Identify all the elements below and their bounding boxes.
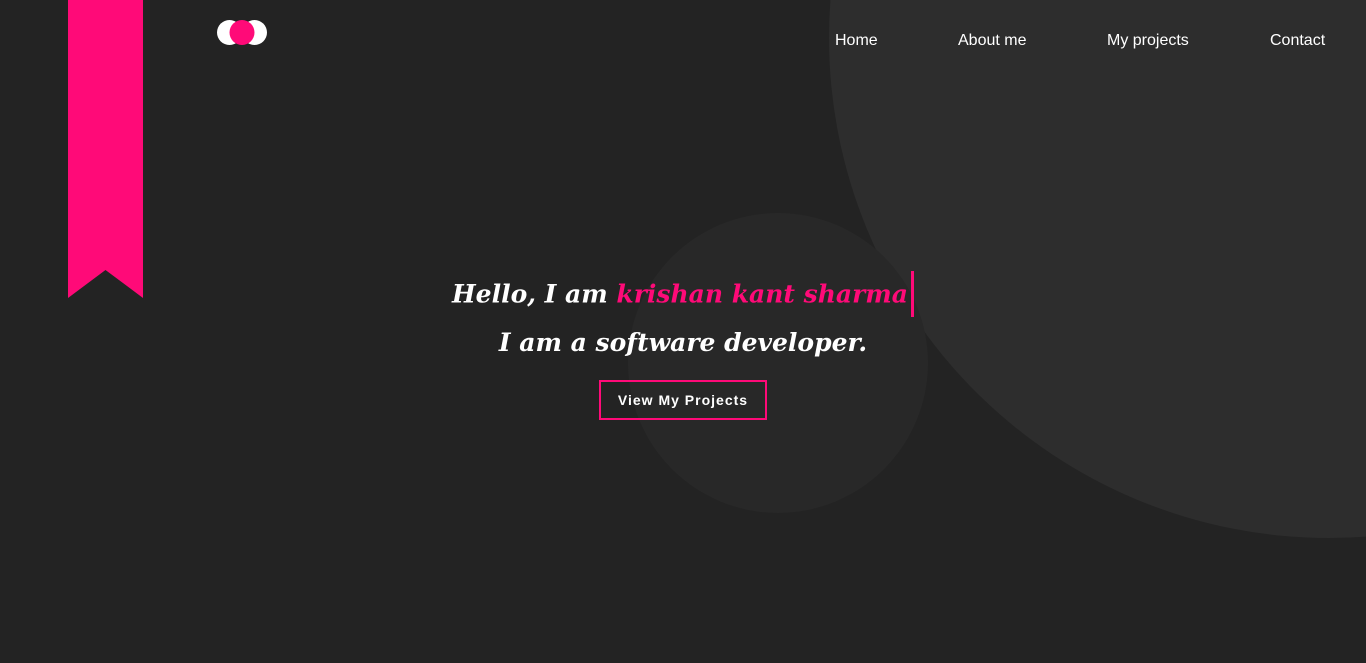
- hero-subtitle: I am a software developer.: [498, 328, 868, 357]
- hero-name: krishan kant sharma: [616, 279, 908, 309]
- background-circle-large: [829, 0, 1366, 538]
- nav-item-contact[interactable]: Contact: [1270, 31, 1325, 51]
- nav-item-my-projects[interactable]: My projects: [1107, 31, 1189, 51]
- main-nav: Home About me My projects Contact: [0, 31, 1366, 51]
- hero-greeting: Hello, I am: [452, 279, 617, 309]
- page: Home About me My projects Contact Hello,…: [0, 0, 1366, 663]
- background-circle-small: [628, 213, 928, 513]
- hero-greeting-line: Hello, I am krishan kant sharma: [0, 271, 1366, 317]
- nav-item-about-me[interactable]: About me: [958, 31, 1026, 51]
- nav-item-home[interactable]: Home: [835, 31, 878, 51]
- typing-cursor: [910, 271, 914, 317]
- view-my-projects-button[interactable]: View My Projects: [599, 380, 767, 420]
